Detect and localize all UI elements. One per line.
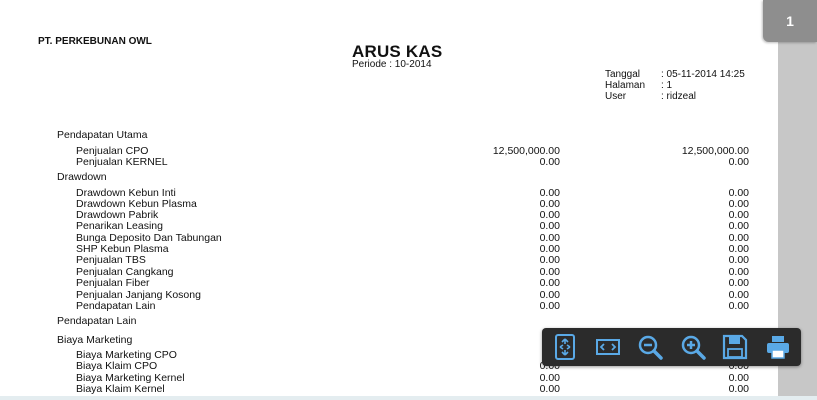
account-label: Pendapatan Lain [76,300,156,312]
table-row: Penjualan TBS 0.00 0.00 [0,254,778,266]
account-label: Penjualan KERNEL [76,156,168,168]
meta-label-user: User [605,91,627,102]
cumulative-value: 0.00 [728,220,749,232]
account-label: Penjualan Fiber [76,277,150,289]
fit-page-button[interactable] [547,330,583,364]
cumulative-value: 0.00 [728,277,749,289]
current-period-value: 0.00 [539,300,560,312]
print-button[interactable] [760,330,796,364]
report-periode: Periode : 10-2014 [352,59,432,70]
zoom-out-icon [639,335,663,360]
meta-label-halaman: Halaman [605,80,646,91]
current-period-value: 0.00 [539,220,560,232]
section-header-row: Pendapatan Lain [0,315,778,327]
account-label: Penjualan TBS [76,254,146,266]
account-label: Penarikan Leasing [76,220,163,232]
table-row: Pendapatan Lain 0.00 0.00 [0,300,778,312]
section-title: Pendapatan Lain [57,315,137,327]
cumulative-value: 0.00 [728,300,749,312]
account-label: Biaya Klaim CPO [76,360,158,372]
zoom-in-icon [681,335,706,360]
report-viewer: PT. PERKEBUNAN OWL ARUS KAS Periode : 10… [0,0,817,400]
cumulative-value: 0.00 [728,156,749,168]
meta-value-tanggal: : 05-11-2014 14:25 [661,69,745,80]
viewer-toolbar [542,328,801,366]
print-icon [766,336,789,359]
save-icon [723,334,748,360]
company-name: PT. PERKEBUNAN OWL [38,36,152,47]
page-number-badge: 1 [763,0,817,42]
zoom-out-button[interactable] [632,330,668,364]
table-row: Penjualan Fiber 0.00 0.00 [0,277,778,289]
save-button[interactable] [717,330,753,364]
fit-width-icon [595,339,620,355]
section-title: Pendapatan Utama [57,129,148,141]
viewer-bottom-edge [0,396,817,400]
meta-value-halaman: : 1 [661,80,673,91]
table-row: Biaya Klaim Kernel 0.00 0.00 [0,383,778,395]
account-label: Biaya Klaim Kernel [76,383,165,395]
zoom-in-button[interactable] [675,330,711,364]
current-period-value: 0.00 [539,254,560,266]
table-row: Penarikan Leasing 0.00 0.00 [0,220,778,232]
fit-page-icon [555,334,576,360]
section-header-row: Pendapatan Utama [0,129,778,141]
fit-width-button[interactable] [590,330,626,364]
cumulative-value: 0.00 [728,254,749,266]
current-period-value: 0.00 [539,277,560,289]
meta-value-user: : ridzeal [661,91,697,102]
table-row: Penjualan KERNEL 0.00 0.00 [0,156,778,168]
cumulative-value: 0.00 [728,383,749,395]
section-header-row: Drawdown [0,171,778,183]
section-title: Biaya Marketing [57,334,133,346]
current-period-value: 0.00 [539,383,560,395]
section-title: Drawdown [57,171,107,183]
current-period-value: 0.00 [539,156,560,168]
meta-label-tanggal: Tanggal [605,69,641,80]
